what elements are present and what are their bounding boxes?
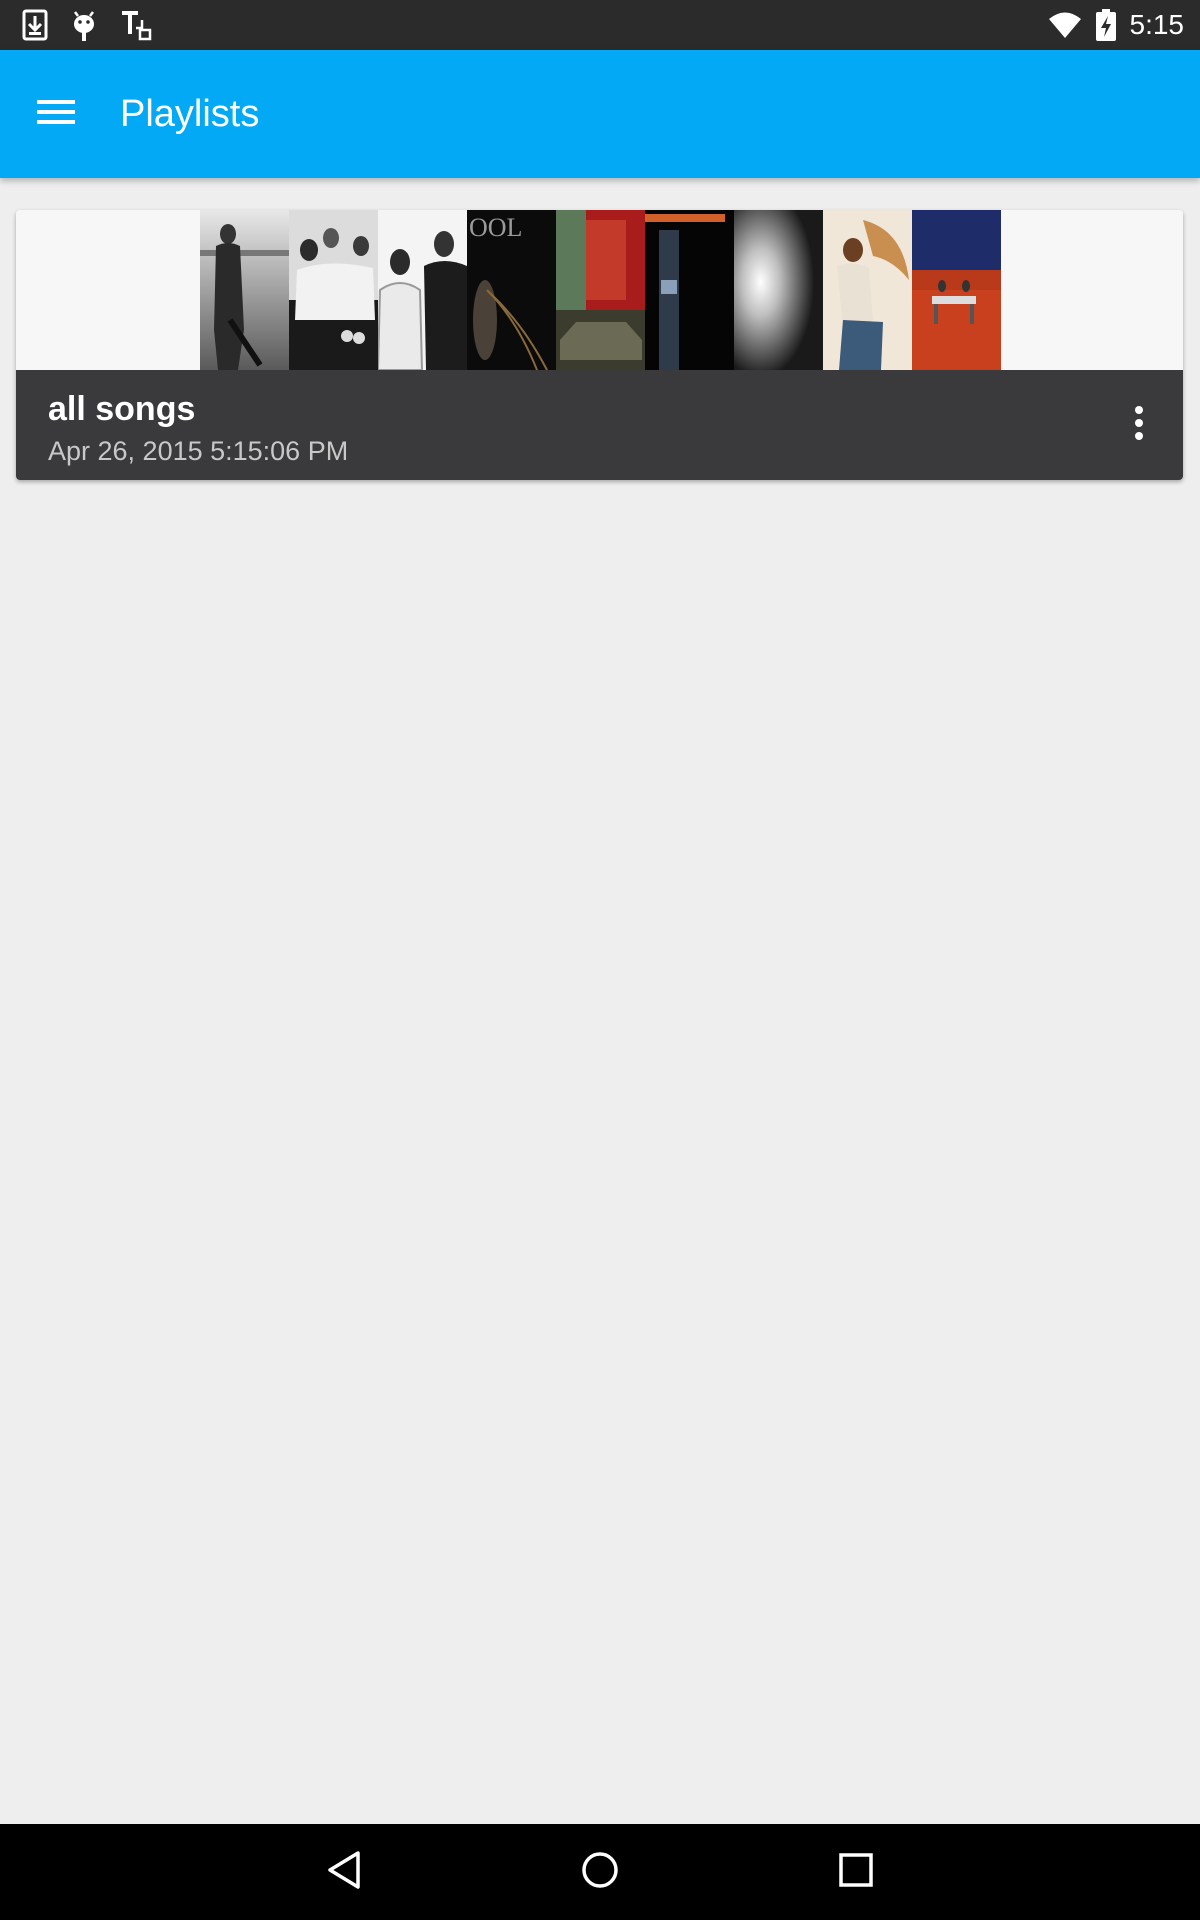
navigation-bar xyxy=(0,1824,1200,1920)
page-title: Playlists xyxy=(120,93,260,135)
back-button[interactable] xyxy=(304,1842,384,1902)
playlist-name: all songs xyxy=(48,390,196,428)
svg-text:OOL: OOL xyxy=(469,213,522,242)
home-button[interactable] xyxy=(560,1842,640,1902)
album-cover xyxy=(200,210,289,370)
album-cover xyxy=(645,210,734,370)
playlist-card-footer: all songs Apr 26, 2015 5:15:06 PM xyxy=(16,370,1183,480)
wifi-icon xyxy=(1048,11,1082,39)
recents-icon xyxy=(838,1852,874,1893)
album-cover xyxy=(912,210,1001,370)
album-cover-strip: OOL xyxy=(16,210,1183,370)
playlist-card[interactable]: OOL all songs Apr 26, 2015 5:15:06 PM xyxy=(16,210,1183,480)
album-cover xyxy=(289,210,378,370)
album-cover xyxy=(556,210,645,370)
app-bar: Playlists xyxy=(0,50,1200,178)
album-cover: OOL xyxy=(467,210,556,370)
status-system: 5:15 xyxy=(1048,0,1185,50)
hamburger-menu-icon xyxy=(37,98,75,131)
home-icon xyxy=(580,1850,620,1895)
recents-button[interactable] xyxy=(816,1842,896,1902)
download-icon xyxy=(22,9,48,41)
album-cover xyxy=(823,210,912,370)
playlist-overflow-button[interactable] xyxy=(1109,395,1169,455)
playlist-date: Apr 26, 2015 5:15:06 PM xyxy=(48,436,349,466)
text-input-icon xyxy=(120,8,154,42)
album-cover xyxy=(734,210,823,370)
status-bar: 5:15 xyxy=(0,0,1200,50)
album-covers: OOL xyxy=(200,210,1001,370)
navigation-drawer-button[interactable] xyxy=(24,82,88,146)
more-vert-icon xyxy=(1134,405,1144,446)
android-debug-icon xyxy=(70,8,98,42)
battery-charging-icon xyxy=(1095,9,1116,41)
back-icon xyxy=(326,1850,362,1895)
status-notifications xyxy=(22,8,154,42)
status-time: 5:15 xyxy=(1129,9,1185,40)
album-cover xyxy=(378,210,467,370)
